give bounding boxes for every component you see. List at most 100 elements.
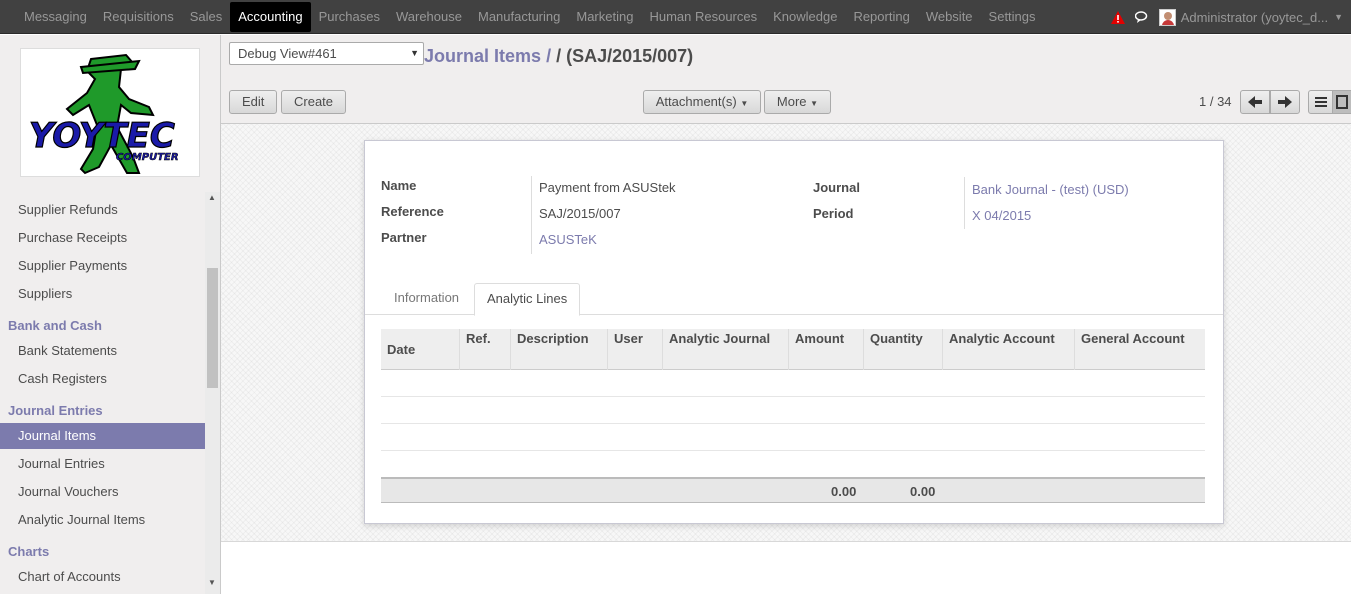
tab-information[interactable]: Information: [382, 283, 471, 316]
more-label: More: [776, 94, 807, 109]
scroll-up-icon[interactable]: ▲: [208, 193, 216, 202]
journal-label: Journal: [813, 180, 860, 195]
caret-down-icon: ▼: [740, 99, 749, 108]
menu-human-resources[interactable]: Human Resources: [641, 2, 765, 32]
company-logo[interactable]: YOYTEC COMPUTER: [20, 48, 200, 177]
reference-label: Reference: [381, 204, 444, 219]
sidebar-item-journal-entries[interactable]: Journal Entries: [0, 451, 205, 477]
form-sheet: Name Payment from ASUStek Reference SAJ/…: [364, 140, 1224, 524]
menu-requisitions[interactable]: Requisitions: [95, 2, 182, 32]
menu-knowledge[interactable]: Knowledge: [765, 2, 845, 32]
menu-settings[interactable]: Settings: [981, 2, 1044, 32]
table-row: [381, 370, 1205, 397]
edit-button[interactable]: Edit: [229, 90, 277, 114]
list-view-button[interactable]: [1308, 90, 1333, 114]
sidebar-section-journal-entries: Journal Entries: [8, 403, 103, 418]
sidebar: YOYTEC COMPUTER ▲ ▼ Supplier Refunds Pur…: [0, 35, 221, 594]
column-analytic-journal[interactable]: Analytic Journal: [663, 329, 789, 370]
partner-link[interactable]: ASUSTeK: [539, 232, 597, 247]
debug-view-select[interactable]: Debug View#461 ▼: [229, 42, 424, 65]
sidebar-item-analytic-journal-items[interactable]: Analytic Journal Items: [0, 507, 205, 533]
debug-view-value: Debug View#461: [238, 46, 337, 61]
menu-website[interactable]: Website: [918, 2, 981, 32]
period-label: Period: [813, 206, 854, 221]
list-icon: [1314, 97, 1327, 107]
sidebar-item-journal-vouchers[interactable]: Journal Vouchers: [0, 479, 205, 505]
sidebar-item-supplier-payments[interactable]: Supplier Payments: [0, 253, 205, 279]
table-header: Date Ref. Description User Analytic Jour…: [381, 329, 1205, 370]
sidebar-item-suppliers[interactable]: Suppliers: [0, 281, 205, 307]
menu-sales[interactable]: Sales: [182, 2, 231, 32]
sidebar-scroll-thumb[interactable]: [207, 268, 218, 388]
column-general-account[interactable]: General Account: [1075, 329, 1205, 370]
create-button[interactable]: Create: [281, 90, 346, 114]
menu-purchases[interactable]: Purchases: [311, 2, 388, 32]
table-row: [381, 424, 1205, 451]
arrow-left-icon: [1248, 96, 1262, 108]
control-panel: Debug View#461 ▼ Journal Items / / (SAJ/…: [221, 35, 1351, 124]
form-view-button[interactable]: [1332, 90, 1351, 114]
journal-link[interactable]: Bank Journal - (test) (USD): [972, 182, 1129, 197]
breadcrumb: Journal Items / / (SAJ/2015/007): [424, 46, 693, 67]
pager-value: 1 / 34: [1199, 94, 1232, 109]
column-quantity[interactable]: Quantity: [864, 329, 943, 370]
sidebar-scrollbar[interactable]: [205, 192, 220, 594]
caret-down-icon: ▼: [810, 99, 819, 108]
field-separator: [964, 177, 965, 229]
name-field: Payment from ASUStek: [539, 180, 676, 195]
topbar-right: Administrator (yoytec_d... ▼: [1110, 0, 1343, 34]
pager-previous-button[interactable]: [1240, 90, 1270, 114]
top-menu: Messaging Requisitions Sales Accounting …: [16, 0, 1044, 34]
menu-reporting[interactable]: Reporting: [845, 2, 917, 32]
main-area: Debug View#461 ▼ Journal Items / / (SAJ/…: [221, 35, 1351, 594]
column-date[interactable]: Date: [381, 329, 460, 370]
sidebar-section-bank-and-cash: Bank and Cash: [8, 318, 102, 333]
breadcrumb-journal-items[interactable]: Journal Items: [424, 46, 541, 66]
notebook-tabs: Information Analytic Lines: [365, 283, 1223, 316]
more-button[interactable]: More ▼: [764, 90, 831, 114]
column-ref[interactable]: Ref.: [460, 329, 511, 370]
sidebar-item-purchase-receipts[interactable]: Purchase Receipts: [0, 225, 205, 251]
sidebar-section-charts: Charts: [8, 544, 50, 559]
user-menu[interactable]: Administrator (yoytec_d... ▼: [1158, 8, 1343, 26]
sidebar-item-supplier-refunds[interactable]: Supplier Refunds: [0, 197, 205, 223]
chat-icon[interactable]: [1134, 10, 1149, 24]
menu-manufacturing[interactable]: Manufacturing: [470, 2, 568, 32]
table-row: [381, 451, 1205, 478]
form-icon: [1336, 95, 1348, 109]
top-navbar: Messaging Requisitions Sales Accounting …: [0, 0, 1351, 34]
reference-field: SAJ/2015/007: [539, 206, 621, 221]
menu-marketing[interactable]: Marketing: [568, 2, 641, 32]
logo-subtext: COMPUTER: [116, 152, 179, 163]
menu-warehouse[interactable]: Warehouse: [388, 2, 470, 32]
column-user[interactable]: User: [608, 329, 663, 370]
arrow-right-icon: [1278, 96, 1292, 108]
field-separator: [531, 176, 532, 254]
warning-icon[interactable]: [1110, 10, 1125, 24]
sidebar-item-chart-of-accounts[interactable]: Chart of Accounts: [0, 564, 205, 590]
name-label: Name: [381, 178, 417, 193]
sidebar-item-bank-statements[interactable]: Bank Statements: [0, 338, 205, 364]
menu-accounting[interactable]: Accounting: [230, 2, 311, 32]
partner-label: Partner: [381, 230, 427, 245]
table-row: [381, 397, 1205, 424]
attachments-button[interactable]: Attachment(s) ▼: [643, 90, 761, 114]
logo-text: YOYTEC: [29, 116, 175, 156]
sidebar-item-cash-registers[interactable]: Cash Registers: [0, 366, 205, 392]
total-quantity: 0.00: [910, 484, 936, 499]
pager-next-button[interactable]: [1270, 90, 1300, 114]
tab-analytic-lines[interactable]: Analytic Lines: [474, 283, 581, 316]
period-link[interactable]: X 04/2015: [972, 208, 1031, 223]
user-name: Administrator (yoytec_d...: [1180, 9, 1329, 25]
select-arrow-icon: ▼: [410, 48, 419, 58]
avatar: [1158, 8, 1176, 26]
table-footer: 0.00 0.00: [381, 477, 1205, 503]
column-description[interactable]: Description: [511, 329, 608, 370]
column-amount[interactable]: Amount: [789, 329, 864, 370]
menu-messaging[interactable]: Messaging: [16, 2, 95, 32]
total-amount: 0.00: [831, 484, 857, 499]
column-analytic-account[interactable]: Analytic Account: [943, 329, 1075, 370]
scroll-down-icon[interactable]: ▼: [208, 578, 216, 587]
sidebar-item-journal-items[interactable]: Journal Items: [0, 423, 205, 449]
attachments-label: Attachment(s): [655, 94, 737, 109]
